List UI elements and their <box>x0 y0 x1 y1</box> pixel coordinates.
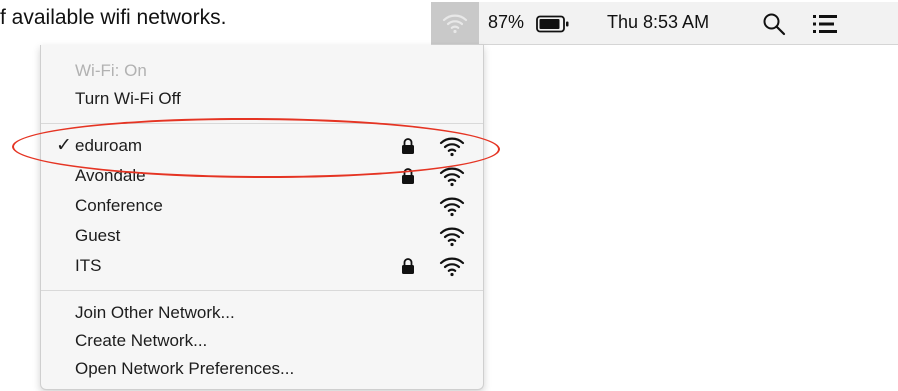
network-name: ITS <box>75 256 102 275</box>
wifi-signal-icon <box>439 197 465 217</box>
open-network-preferences-label: Open Network Preferences... <box>75 359 295 378</box>
menu-separator <box>41 290 483 291</box>
lock-icon <box>402 138 414 154</box>
turn-wifi-off-item[interactable]: Turn Wi-Fi Off <box>41 85 483 113</box>
create-network-label: Create Network... <box>75 331 208 350</box>
wifi-status-item: Wi-Fi: On <box>41 57 483 85</box>
network-name: Guest <box>75 226 121 245</box>
menu-separator <box>41 123 483 124</box>
menubar-clock[interactable]: Thu 8:53 AM <box>607 12 709 33</box>
network-item-avondale[interactable]: Avondale <box>41 162 483 190</box>
turn-wifi-off-label: Turn Wi-Fi Off <box>75 89 181 108</box>
network-item-conference[interactable]: Conference <box>41 192 483 220</box>
list-icon[interactable] <box>812 13 838 35</box>
lock-icon <box>402 168 414 184</box>
wifi-signal-icon <box>439 167 465 187</box>
wifi-signal-icon <box>439 227 465 247</box>
wifi-icon <box>442 14 468 34</box>
wifi-dropdown-menu: Wi-Fi: On Turn Wi-Fi Off ✓ eduroam Avond… <box>40 45 484 390</box>
network-item-its[interactable]: ITS <box>41 252 483 280</box>
join-other-network-label: Join Other Network... <box>75 303 235 322</box>
join-other-network-item[interactable]: Join Other Network... <box>41 299 483 327</box>
network-name: Avondale <box>75 166 146 185</box>
battery-icon[interactable] <box>536 15 570 33</box>
wifi-signal-icon <box>439 137 465 157</box>
network-name: Conference <box>75 196 163 215</box>
search-icon[interactable] <box>762 12 786 36</box>
menu-bar: 87% Thu 8:53 AM <box>431 2 898 45</box>
lock-icon <box>402 258 414 274</box>
network-item-guest[interactable]: Guest <box>41 222 483 250</box>
create-network-item[interactable]: Create Network... <box>41 327 483 355</box>
wifi-status-label: Wi-Fi: On <box>75 61 147 80</box>
wifi-signal-icon <box>439 257 465 277</box>
caption-text: f available wifi networks. <box>0 6 227 29</box>
network-name: eduroam <box>75 136 143 155</box>
wifi-menubar-button[interactable] <box>431 2 479 44</box>
open-network-preferences-item[interactable]: Open Network Preferences... <box>41 355 483 383</box>
battery-percentage[interactable]: 87% <box>488 12 524 33</box>
checkmark-icon: ✓ <box>56 135 72 156</box>
network-item-eduroam[interactable]: ✓ eduroam <box>41 132 483 160</box>
